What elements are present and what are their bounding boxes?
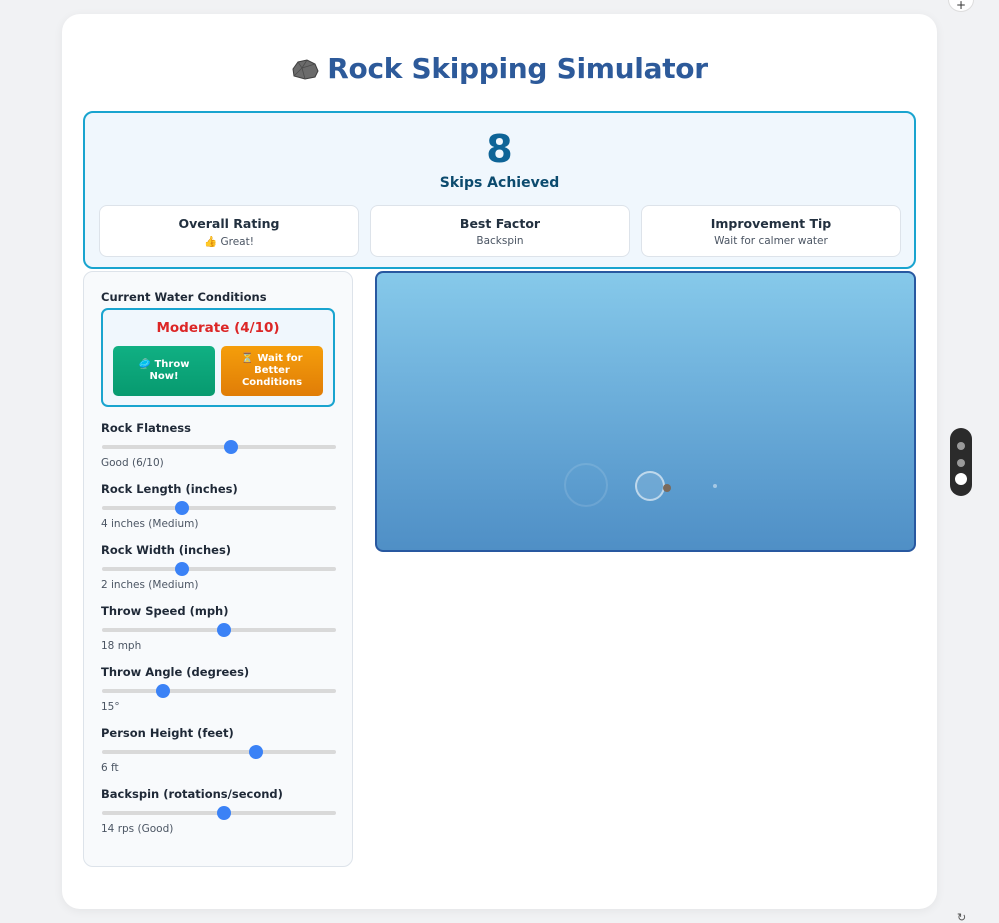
slider-value: 6 ft (101, 762, 119, 774)
slider-value: Good (6/10) (101, 457, 164, 469)
stat-title: Improvement Tip (710, 216, 832, 231)
slider-rock-length: Rock Length (inches) 4 inches (Medium) (101, 482, 337, 530)
indicator-dot[interactable] (957, 459, 965, 467)
indicator-dot[interactable] (957, 442, 965, 450)
skip-count: 8 (486, 127, 513, 171)
splash-dot (713, 484, 717, 488)
slider-value: 15° (101, 701, 120, 713)
conditions-title: Current Water Conditions (101, 290, 267, 304)
slider-thumb[interactable] (216, 623, 231, 637)
slider-track[interactable] (102, 684, 336, 698)
slider-track[interactable] (102, 440, 336, 454)
stat-value: 👍 Great! (204, 236, 254, 248)
stat-value: Backspin (476, 235, 524, 247)
throw-now-button[interactable]: 🥏 Throw Now! (113, 346, 215, 396)
stat-value: Wait for calmer water (714, 235, 828, 247)
slider-value: 4 inches (Medium) (101, 518, 199, 530)
slider-thumb[interactable] (174, 501, 189, 515)
slider-thumb[interactable] (155, 684, 170, 698)
rock-icon (292, 59, 319, 80)
slider-label: Throw Angle (degrees) (101, 665, 250, 679)
page-title: Rock Skipping Simulator (0, 52, 999, 85)
stat-title: Best Factor (459, 216, 541, 231)
wait-button[interactable]: ⏳ Wait for Better Conditions (221, 346, 323, 396)
skip-count-label: Skips Achieved (439, 175, 560, 191)
resize-icon[interactable]: ↻ (957, 911, 966, 923)
stat-improvement-tip: Improvement Tip Wait for calmer water (641, 205, 901, 257)
slider-label: Rock Width (inches) (101, 543, 232, 557)
stat-title: Overall Rating (178, 216, 280, 231)
slider-rock-flatness: Rock Flatness Good (6/10) (101, 421, 337, 469)
device-indicator[interactable] (950, 428, 972, 496)
slider-label: Backspin (rotations/second) (101, 787, 283, 801)
slider-track[interactable] (102, 745, 336, 759)
conditions-status: Moderate (4/10) (156, 320, 280, 336)
slider-backspin: Backspin (rotations/second) 14 rps (Good… (101, 787, 337, 835)
slider-value: 14 rps (Good) (101, 823, 174, 835)
slider-track[interactable] (102, 806, 336, 820)
slider-person-height: Person Height (feet) 6 ft (101, 726, 337, 774)
page-corner-button[interactable]: + (948, 0, 974, 12)
slider-label: Throw Speed (mph) (101, 604, 229, 618)
indicator-dot-active[interactable] (955, 473, 967, 485)
controls-panel: Current Water Conditions Moderate (4/10)… (83, 271, 353, 867)
slider-label: Person Height (feet) (101, 726, 234, 740)
slider-value: 2 inches (Medium) (101, 579, 199, 591)
slider-rock-width: Rock Width (inches) 2 inches (Medium) (101, 543, 337, 591)
stat-best-factor: Best Factor Backspin (370, 205, 630, 257)
stat-overall-rating: Overall Rating 👍 Great! (99, 205, 359, 257)
slider-throw-angle: Throw Angle (degrees) 15° (101, 665, 337, 713)
slider-thumb[interactable] (223, 440, 238, 454)
water-canvas (375, 271, 916, 552)
rock (663, 484, 671, 492)
slider-label: Rock Flatness (101, 421, 191, 435)
page-title-text: Rock Skipping Simulator (327, 52, 708, 85)
ripple-faint (564, 463, 608, 507)
slider-throw-speed: Throw Speed (mph) 18 mph (101, 604, 337, 652)
slider-track[interactable] (102, 623, 336, 637)
slider-track[interactable] (102, 501, 336, 515)
slider-thumb[interactable] (249, 745, 264, 759)
results-panel: 8 Skips Achieved Overall Rating 👍 Great!… (83, 111, 916, 269)
slider-label: Rock Length (inches) (101, 482, 238, 496)
slider-thumb[interactable] (174, 562, 189, 576)
slider-thumb[interactable] (216, 806, 231, 820)
slider-value: 18 mph (101, 640, 142, 652)
conditions-box: Moderate (4/10) 🥏 Throw Now! ⏳ Wait for … (101, 308, 335, 407)
slider-track[interactable] (102, 562, 336, 576)
ripple (635, 471, 665, 501)
